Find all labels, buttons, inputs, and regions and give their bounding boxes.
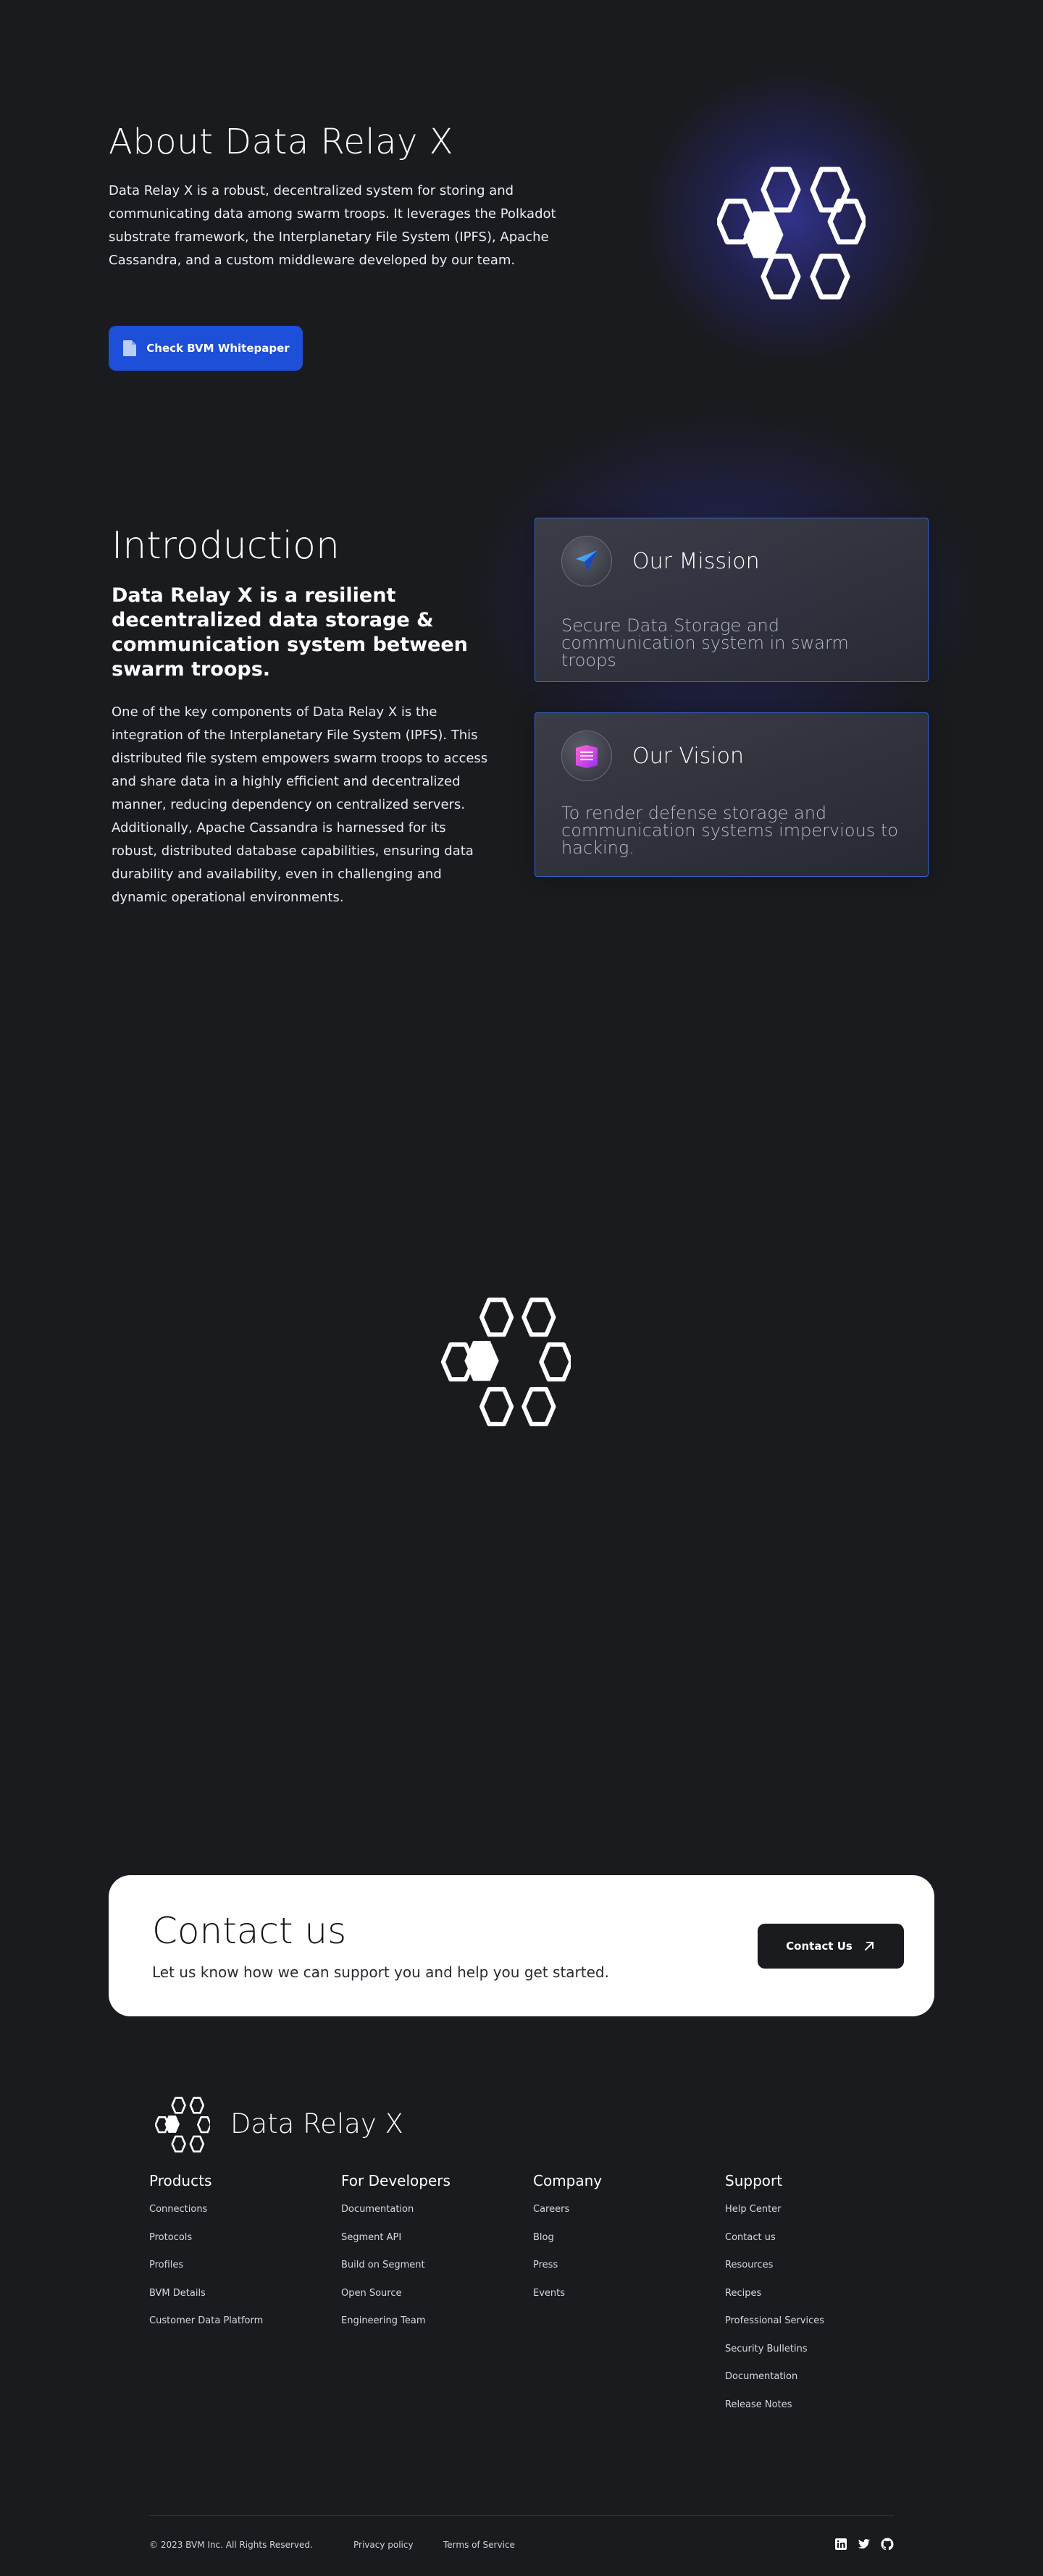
footer-link[interactable]: Security Bulletins — [725, 2342, 824, 2370]
contact-section: Contact us Let us know how we can suppor… — [109, 1875, 934, 2016]
arrow-up-right-icon — [864, 1942, 874, 1950]
footer-link[interactable]: Blog — [533, 2231, 602, 2259]
contact-us-button[interactable]: Contact Us — [758, 1924, 904, 1969]
footer-link[interactable]: Resources — [725, 2258, 824, 2286]
footer-link[interactable]: Careers — [533, 2202, 602, 2231]
about-title: About Data Relay X — [109, 122, 454, 162]
footer-link[interactable]: Connections — [149, 2202, 263, 2231]
copyright-text: © 2023 BVM Inc. All Rights Reserved. — [149, 2540, 313, 2550]
terms-of-service-link[interactable]: Terms of Service — [443, 2540, 515, 2550]
footer-column-support: Support Help Center Contact us Resources… — [725, 2172, 824, 2425]
twitter-icon[interactable] — [858, 2538, 871, 2551]
footer-link[interactable]: Recipes — [725, 2286, 824, 2315]
footer-link[interactable]: Documentation — [341, 2202, 451, 2231]
paper-plane-icon — [576, 550, 598, 572]
hexagon-logo-icon — [440, 1297, 571, 1426]
footer-link[interactable]: Profiles — [149, 2258, 263, 2286]
whitepaper-button[interactable]: Check BVM Whitepaper — [109, 326, 303, 371]
footer-link[interactable]: Open Source — [341, 2286, 451, 2315]
github-icon[interactable] — [881, 2538, 894, 2551]
whitepaper-button-label: Check BVM Whitepaper — [146, 342, 290, 355]
footer-link[interactable]: Release Notes — [725, 2398, 824, 2426]
footer-column-title: Support — [725, 2172, 783, 2189]
intro-title: Introduction — [112, 524, 340, 568]
about-text: Data Relay X is a robust, decentralized … — [109, 183, 556, 268]
footer-link[interactable]: Documentation — [725, 2370, 824, 2398]
mission-text: Secure Data Storage and communication sy… — [561, 615, 849, 670]
footer-link[interactable]: Events — [533, 2286, 602, 2315]
footer-brand[interactable]: Data Relay X — [230, 2108, 403, 2139]
mission-title: Our Mission — [632, 549, 760, 574]
hexagon-logo-icon[interactable] — [155, 2097, 210, 2153]
footer-link[interactable]: Segment API — [341, 2231, 451, 2259]
mission-icon-wrap — [561, 536, 612, 586]
footer-column-title: Company — [533, 2172, 603, 2189]
footer-link[interactable]: Engineering Team — [341, 2314, 451, 2342]
footer-link[interactable]: Help Center — [725, 2202, 824, 2231]
footer-divider — [149, 2515, 894, 2516]
intro-subtitle: Data Relay X is a resilient decentralize… — [112, 584, 468, 681]
vision-title: Our Vision — [632, 744, 745, 769]
footer-column-title: For Developers — [341, 2172, 451, 2189]
mission-card: Our Mission Secure Data Storage and comm… — [535, 518, 929, 682]
vision-icon-wrap — [561, 731, 612, 781]
footer-link[interactable]: Protocols — [149, 2231, 263, 2259]
hexagon-logo-icon — [717, 167, 866, 300]
footer-link[interactable]: Build on Segment — [341, 2258, 451, 2286]
document-icon — [123, 340, 137, 356]
footer-column-title: Products — [149, 2172, 212, 2189]
vision-card: Our Vision To render defense storage and… — [535, 712, 929, 877]
contact-title: Contact us — [152, 1910, 347, 1952]
intro-body: One of the key components of Data Relay … — [112, 704, 488, 905]
footer-link[interactable]: BVM Details — [149, 2286, 263, 2315]
footer-link[interactable]: Professional Services — [725, 2314, 824, 2342]
footer-link[interactable]: Contact us — [725, 2231, 824, 2259]
footer-column-products: Products Connections Protocols Profiles … — [149, 2172, 263, 2342]
linkedin-icon[interactable] — [834, 2538, 847, 2551]
privacy-policy-link[interactable]: Privacy policy — [353, 2540, 414, 2550]
footer-link[interactable]: Customer Data Platform — [149, 2314, 263, 2342]
footer-link[interactable]: Press — [533, 2258, 602, 2286]
contact-us-button-label: Contact Us — [786, 1940, 853, 1953]
footer-column-developers: For Developers Documentation Segment API… — [341, 2172, 451, 2342]
book-icon — [576, 745, 598, 768]
vision-text: To render defense storage and communicat… — [561, 803, 899, 858]
footer-column-company: Company Careers Blog Press Events — [533, 2172, 602, 2314]
contact-text: Let us know how we can support you and h… — [152, 1963, 609, 1981]
